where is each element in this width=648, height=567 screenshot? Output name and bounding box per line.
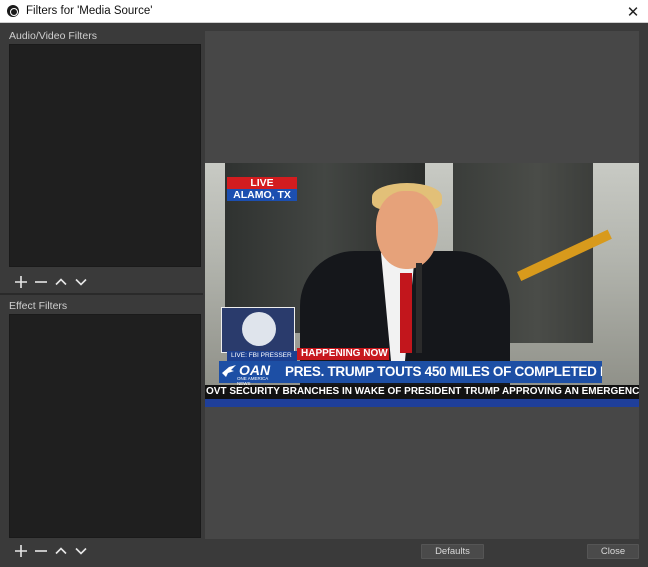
plus-icon [15, 545, 27, 557]
microphone [416, 263, 422, 353]
happening-now-label: HAPPENING NOW [297, 348, 389, 360]
fbi-presser-inset [221, 307, 295, 353]
window-title: Filters for 'Media Source' [26, 5, 153, 17]
audio-video-filters-toolbar [9, 270, 201, 294]
oan-logo: OAN ONE AMERICA NEWS [219, 361, 281, 386]
news-ticker: OVT SECURITY BRANCHES IN WAKE OF PRESIDE… [205, 385, 639, 399]
inset-label: LIVE: FBI PRESSER [227, 351, 297, 361]
close-button[interactable]: Close [587, 544, 639, 559]
defaults-button[interactable]: Defaults [421, 544, 484, 559]
live-location-badge: LIVE ALAMO, TX [227, 177, 297, 201]
ticker-bar [205, 399, 639, 407]
move-down-effect-filter-button[interactable] [71, 541, 91, 561]
dialog-body: Audio/Video Filters Effect Filters LIVE … [0, 23, 648, 567]
move-up-effect-filter-button[interactable] [51, 541, 71, 561]
remove-audio-video-filter-button[interactable] [31, 272, 51, 292]
live-label: LIVE [227, 177, 297, 189]
effect-filters-list[interactable] [9, 314, 201, 538]
add-audio-video-filter-button[interactable] [11, 272, 31, 292]
filters-splitter[interactable] [0, 293, 203, 295]
obs-logo-icon [7, 5, 19, 17]
speaker-head [376, 191, 438, 269]
source-preview: LIVE ALAMO, TX LIVE: FBI PRESSER HAPPENI… [205, 31, 639, 539]
title-bar: Filters for 'Media Source' ✕ [0, 0, 648, 23]
news-headline: PRES. TRUMP TOUTS 450 MILES OF COMPLETED… [281, 361, 602, 383]
chevron-down-icon [75, 278, 87, 286]
minus-icon [35, 281, 47, 283]
location-label: ALAMO, TX [227, 189, 297, 201]
chevron-up-icon [55, 278, 67, 286]
add-effect-filter-button[interactable] [11, 541, 31, 561]
window-close-button[interactable]: ✕ [618, 0, 648, 23]
audio-video-filters-label: Audio/Video Filters [9, 30, 97, 42]
remove-effect-filter-button[interactable] [31, 541, 51, 561]
eagle-icon [222, 365, 236, 377]
effect-filters-toolbar [9, 539, 201, 563]
minus-icon [35, 550, 47, 552]
chevron-down-icon [75, 547, 87, 555]
plus-icon [15, 276, 27, 288]
video-frame: LIVE ALAMO, TX LIVE: FBI PRESSER HAPPENI… [205, 163, 639, 407]
move-up-audio-video-filter-button[interactable] [51, 272, 71, 292]
chevron-up-icon [55, 547, 67, 555]
effect-filters-label: Effect Filters [9, 300, 68, 312]
speaker-tie [400, 273, 412, 353]
audio-video-filters-list[interactable] [9, 44, 201, 267]
move-down-audio-video-filter-button[interactable] [71, 272, 91, 292]
